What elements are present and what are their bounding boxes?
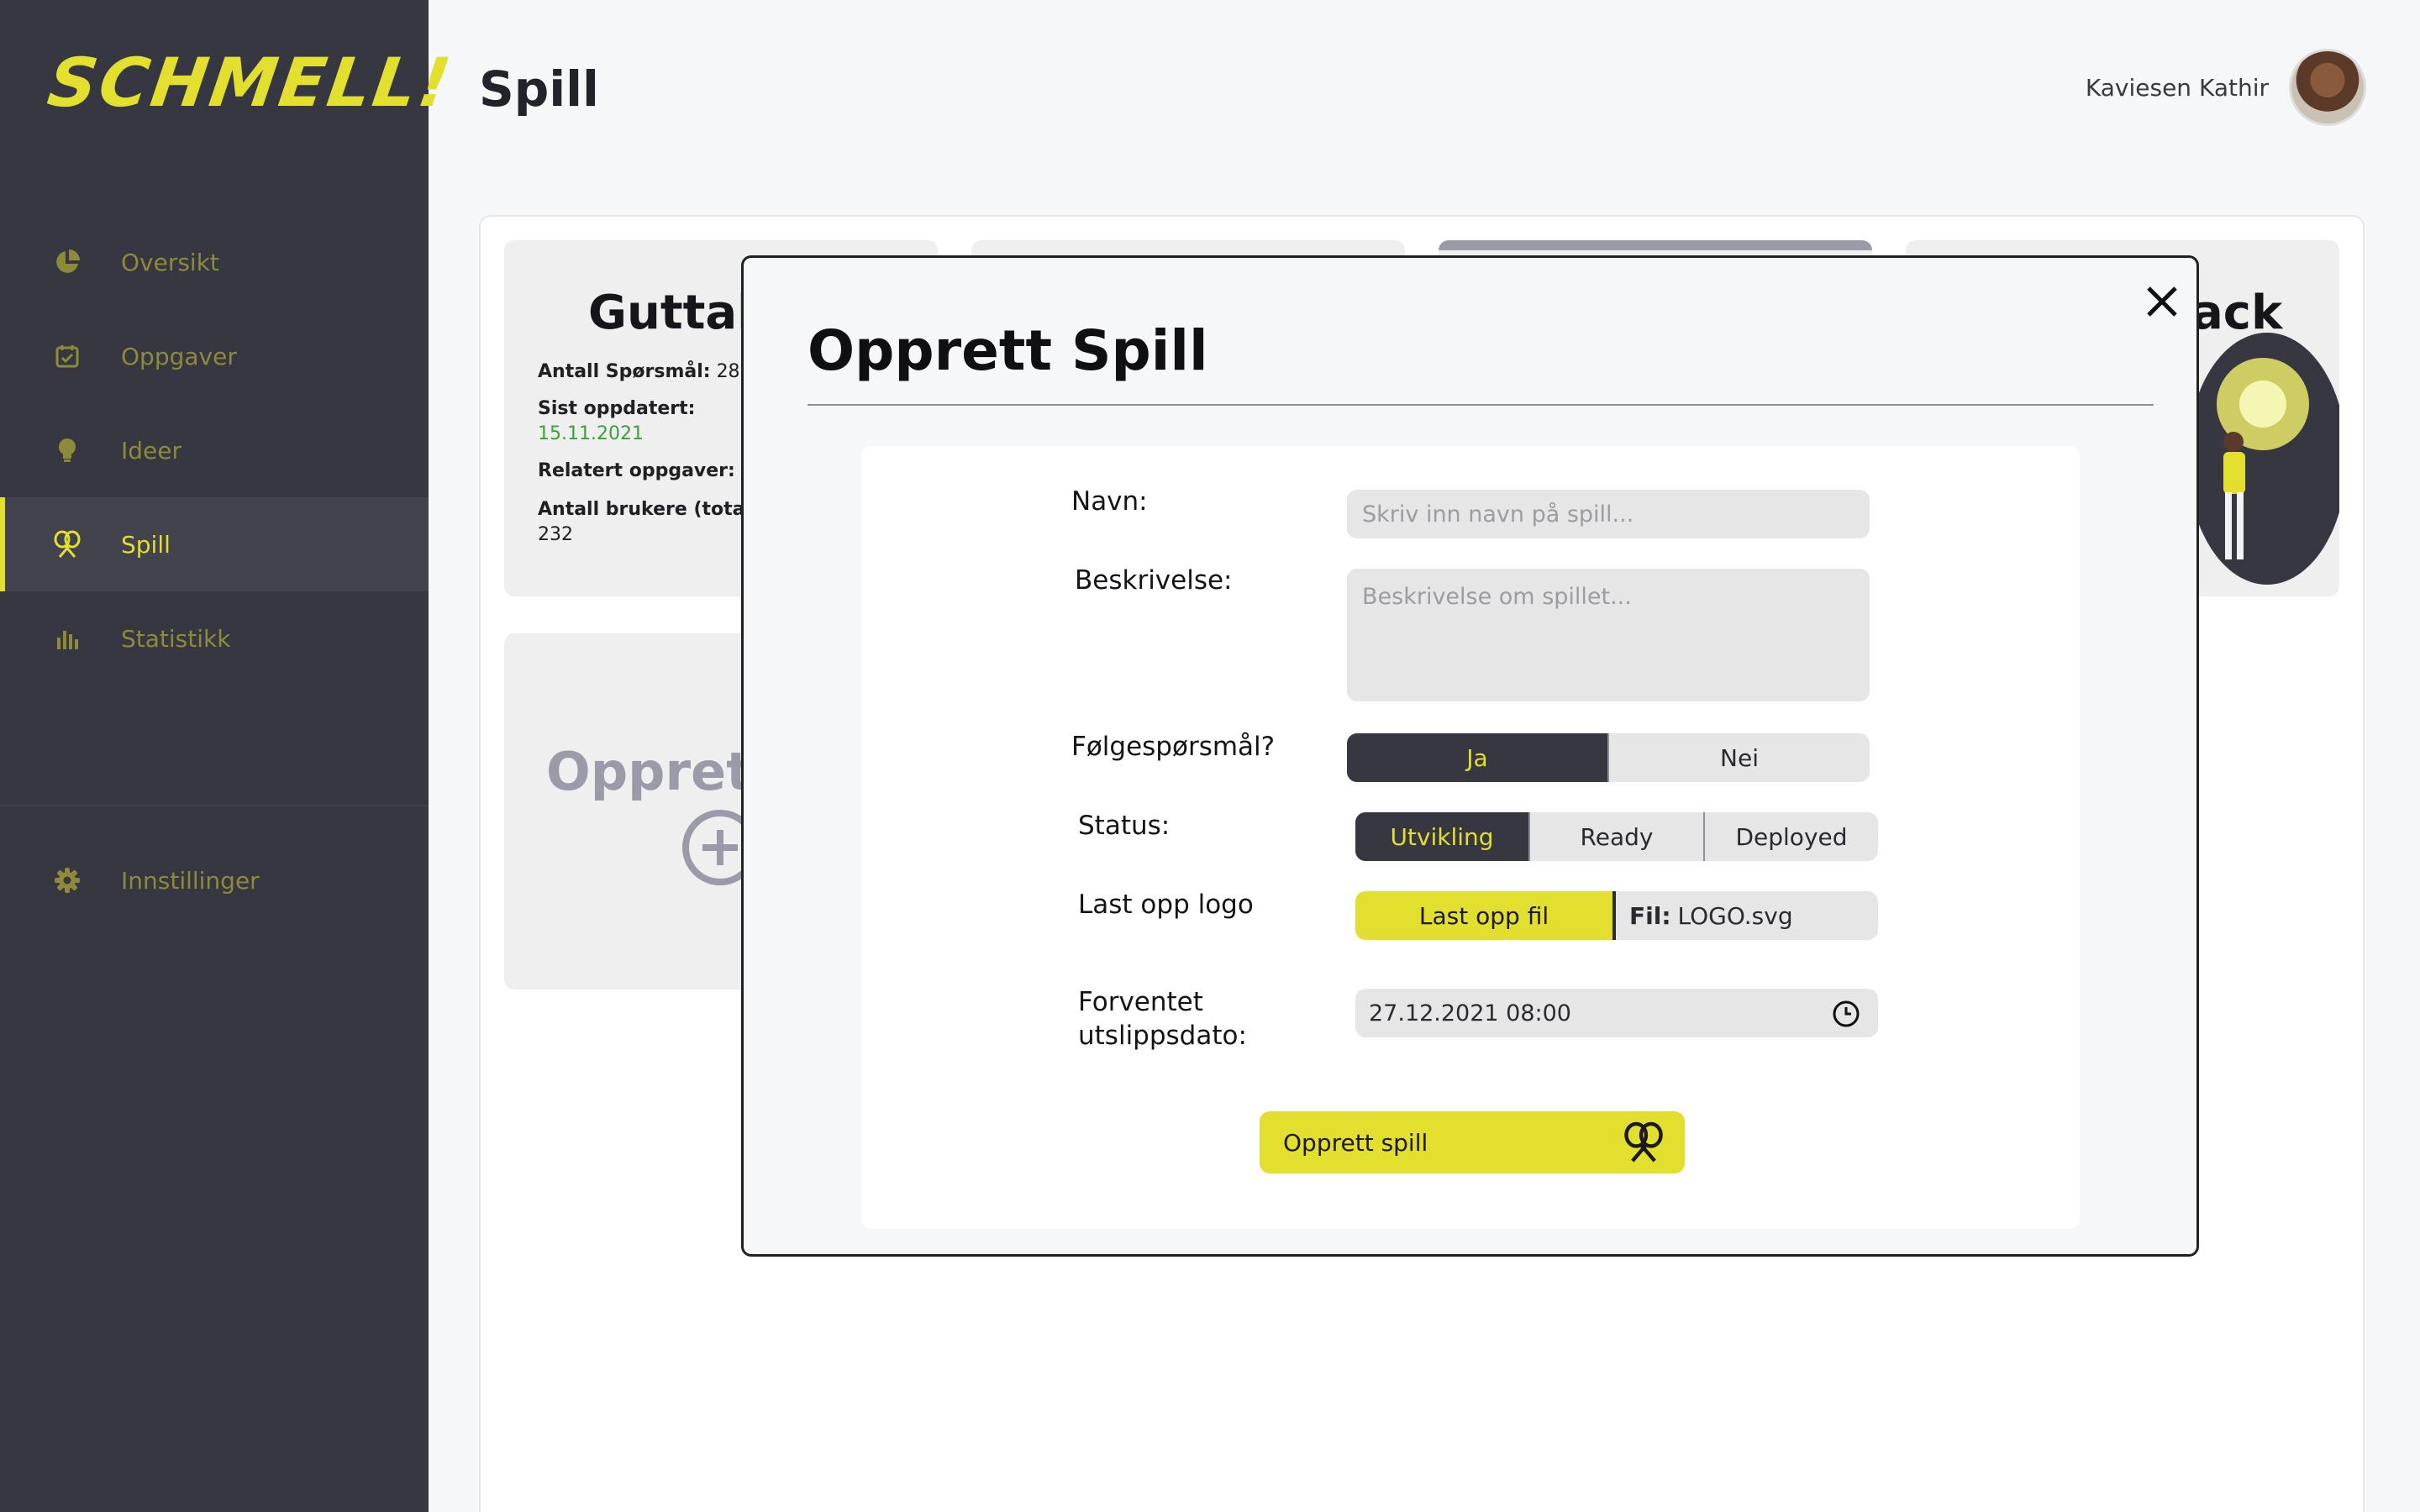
description-textarea[interactable]: Beskrivelse om spillet... <box>1347 569 1870 701</box>
sidebar-item-label: Innstillinger <box>121 866 260 895</box>
lightbulb-icon <box>52 435 82 465</box>
followup-option-ja[interactable]: Ja <box>1347 733 1607 782</box>
file-name: LOGO.svg <box>1677 901 1793 930</box>
stat-label: Antall Spørsmål: <box>538 361 711 382</box>
sidebar-item-label: Statistikk <box>121 624 231 653</box>
card-stat-updated: Sist oppdatert: 15.11.2021 <box>538 396 695 447</box>
user-name: Kaviesen Kathir <box>2085 74 2269 102</box>
sidebar-divider <box>0 805 429 806</box>
clock-icon[interactable] <box>1831 999 1861 1029</box>
bar-chart-icon <box>52 623 82 654</box>
stat-value: 232 <box>538 524 573 545</box>
page-title: Spill <box>479 60 599 118</box>
close-icon[interactable] <box>2139 278 2186 325</box>
followup-label: Følgespørsmål? <box>1071 732 1276 762</box>
sidebar-item-label: Spill <box>121 530 171 559</box>
calendar-icon <box>52 341 82 371</box>
stat-value: 28 <box>716 361 740 382</box>
logo: SCHMELL! <box>43 44 458 122</box>
gear-icon <box>52 865 82 895</box>
game-illustration <box>2175 333 2339 585</box>
status-option-deployed[interactable]: Deployed <box>1703 812 1878 861</box>
description-label: Beskrivelse: <box>1075 565 1233 596</box>
game-icon <box>1624 1121 1663 1163</box>
name-label: Navn: <box>1071 486 1148 517</box>
card-stat-users: Antall brukere (totalt): 232 <box>538 497 776 548</box>
release-label-line2: utslippsdato: <box>1078 1021 1247 1051</box>
create-game-button[interactable]: Opprett spill <box>1260 1111 1685 1173</box>
sidebar-item-spill[interactable]: Spill <box>0 497 429 591</box>
uploaded-file: Fil: LOGO.svg <box>1616 891 1878 940</box>
modal-title: Opprett Spill <box>808 318 1208 383</box>
create-game-modal: Opprett Spill Navn: Skriv inn navn på sp… <box>741 255 2199 1257</box>
file-prefix: Fil: <box>1629 901 1671 930</box>
release-date-label: Forventet utslippsdato: <box>1078 985 1247 1053</box>
stat-label: Relatert oppgaver: <box>538 460 735 481</box>
card-stat-related: Relatert oppgaver: 5 <box>538 459 753 484</box>
stat-label: Antall brukere (totalt): <box>538 499 776 520</box>
game-icon <box>52 529 82 559</box>
status-option-utvikling[interactable]: Utvikling <box>1355 812 1528 861</box>
followup-option-nei[interactable]: Nei <box>1607 733 1870 782</box>
pie-chart-icon <box>52 247 82 277</box>
sidebar: SCHMELL! Oversikt Oppgaver Ideer Spill S… <box>0 0 458 1512</box>
logo-upload: Last opp fil Fil: LOGO.svg <box>1355 891 1878 940</box>
modal-divider <box>808 404 2154 406</box>
status-label: Status: <box>1078 811 1171 841</box>
status-option-ready[interactable]: Ready <box>1528 812 1703 861</box>
status-toggle: Utvikling Ready Deployed <box>1355 812 1878 861</box>
create-game-button-label: Opprett spill <box>1283 1128 1428 1157</box>
stat-label: Sist oppdatert: <box>538 398 696 419</box>
sidebar-item-innstillinger[interactable]: Innstillinger <box>0 833 429 927</box>
sidebar-item-oversikt[interactable]: Oversikt <box>0 215 429 309</box>
name-input[interactable]: Skriv inn navn på spill... <box>1347 490 1870 538</box>
sidebar-item-label: Oversikt <box>121 248 219 276</box>
logo-label: Last opp logo <box>1078 890 1254 920</box>
sidebar-item-statistikk[interactable]: Statistikk <box>0 591 429 685</box>
avatar[interactable] <box>2289 49 2366 126</box>
release-label-line1: Forventet <box>1078 987 1203 1017</box>
card-stat-questions: Antall Spørsmål: 28 <box>538 360 740 385</box>
sidebar-item-label: Oppgaver <box>121 342 237 370</box>
sidebar-item-oppgaver[interactable]: Oppgaver <box>0 309 429 403</box>
stat-value: 15.11.2021 <box>538 423 644 444</box>
release-date-input[interactable]: 27.12.2021 08:00 <box>1355 989 1878 1037</box>
followup-toggle: Ja Nei <box>1347 733 1870 782</box>
sidebar-item-label: Ideer <box>121 436 182 465</box>
sidebar-item-ideer[interactable]: Ideer <box>0 403 429 497</box>
upload-file-button[interactable]: Last opp fil <box>1355 891 1616 940</box>
release-date-value: 27.12.2021 08:00 <box>1369 1000 1571 1026</box>
